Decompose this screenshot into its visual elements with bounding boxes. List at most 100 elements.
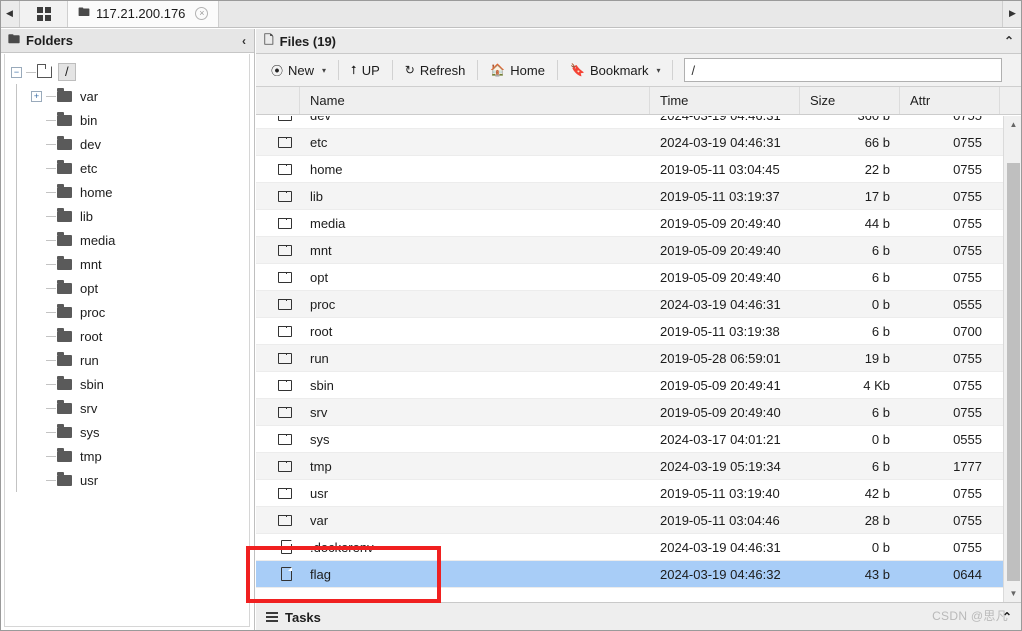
folder-icon <box>278 116 292 121</box>
table-row[interactable]: proc2024-03-19 04:46:310 b0555 <box>256 291 1003 318</box>
tree-connector <box>16 204 17 228</box>
tree-item-usr[interactable]: usr <box>5 468 249 492</box>
tree-connector <box>16 396 17 420</box>
table-row[interactable]: .dockerenv2024-03-19 04:46:310 b0755 <box>256 534 1003 561</box>
tree-item-tmp[interactable]: tmp <box>5 444 249 468</box>
tab-scroll-right-icon[interactable]: ▶ <box>1002 0 1022 27</box>
tree-item-mnt[interactable]: mnt <box>5 252 249 276</box>
table-row[interactable]: sys2024-03-17 04:01:210 b0555 <box>256 426 1003 453</box>
document-icon: 🗋 <box>264 31 274 52</box>
tree-item-opt[interactable]: opt <box>5 276 249 300</box>
table-row[interactable]: media2019-05-09 20:49:4044 b0755 <box>256 210 1003 237</box>
tree-item-media[interactable]: media <box>5 228 249 252</box>
toolbar-separator <box>672 60 673 80</box>
tab-session-117-21-200-176[interactable]: 🖿 117.21.200.176 × <box>68 0 219 27</box>
collapse-toggle-icon[interactable]: − <box>11 67 22 78</box>
table-row[interactable]: home2019-05-11 03:04:4522 b0755 <box>256 156 1003 183</box>
cell-attr: 0555 <box>900 297 1000 312</box>
column-header-size[interactable]: Size <box>800 87 900 114</box>
cell-time: 2019-05-11 03:19:40 <box>650 486 800 501</box>
folders-panel-header: 🖿 Folders ‹ <box>0 29 254 53</box>
tree-item-lib[interactable]: lib <box>5 204 249 228</box>
cell-name: usr <box>300 486 650 501</box>
expand-toggle-icon[interactable]: + <box>31 91 42 102</box>
scroll-down-icon[interactable]: ▼ <box>1004 585 1022 602</box>
cell-attr: 0755 <box>900 513 1000 528</box>
table-row[interactable]: dev2024-03-19 04:46:31360 b0755 <box>256 116 1003 129</box>
scroll-up-icon[interactable]: ▲ <box>1004 116 1022 133</box>
path-input[interactable] <box>684 58 1002 82</box>
tree-connector <box>46 336 56 337</box>
folder-icon <box>57 475 72 486</box>
tree-item-proc[interactable]: proc <box>5 300 249 324</box>
scrollbar-thumb[interactable] <box>1007 163 1020 581</box>
bookmark-icon: 🔖 <box>570 63 585 77</box>
tree-connector <box>16 276 17 300</box>
up-button[interactable]: ⭡ UP <box>342 58 389 82</box>
tree-item-label: mnt <box>80 257 102 272</box>
close-icon[interactable]: × <box>195 7 208 20</box>
column-header-filler <box>1000 87 1022 114</box>
tree-connector <box>16 108 17 132</box>
column-header-attr[interactable]: Attr <box>900 87 1000 114</box>
folder-icon <box>57 427 72 438</box>
tree-item-sbin[interactable]: sbin <box>5 372 249 396</box>
tree-item-root[interactable]: − / <box>5 60 249 84</box>
folder-icon <box>57 355 72 366</box>
table-row[interactable]: srv2019-05-09 20:49:406 b0755 <box>256 399 1003 426</box>
chevron-down-icon[interactable]: ▾ <box>656 66 660 75</box>
tree-item-srv[interactable]: srv <box>5 396 249 420</box>
table-row[interactable]: mnt2019-05-09 20:49:406 b0755 <box>256 237 1003 264</box>
home-button[interactable]: 🏠 Home <box>481 58 554 82</box>
table-row[interactable]: lib2019-05-11 03:19:3717 b0755 <box>256 183 1003 210</box>
table-row[interactable]: tmp2024-03-19 05:19:346 b1777 <box>256 453 1003 480</box>
cell-attr: 0755 <box>900 243 1000 258</box>
table-row[interactable]: var2019-05-11 03:04:4628 b0755 <box>256 507 1003 534</box>
tree-connector <box>16 156 17 180</box>
column-header-time[interactable]: Time <box>650 87 800 114</box>
tree-connector <box>46 480 56 481</box>
cell-name: proc <box>300 297 650 312</box>
new-button-label: New <box>288 63 314 78</box>
tree-item-bin[interactable]: bin <box>5 108 249 132</box>
chevron-up-icon[interactable]: ⌃ <box>1004 34 1014 48</box>
cell-attr: 0755 <box>900 378 1000 393</box>
tree-item-dev[interactable]: dev <box>5 132 249 156</box>
folders-panel-title: Folders <box>26 33 73 48</box>
tree-item-run[interactable]: run <box>5 348 249 372</box>
chevron-down-icon[interactable]: ▾ <box>322 66 326 75</box>
tab-scroll-left-icon[interactable]: ◀ <box>0 0 20 27</box>
table-row[interactable]: opt2019-05-09 20:49:406 b0755 <box>256 264 1003 291</box>
tree-item-home[interactable]: home <box>5 180 249 204</box>
tree-connector <box>46 192 56 193</box>
folder-icon <box>278 272 292 283</box>
cell-name: tmp <box>300 459 650 474</box>
tree-item-root[interactable]: root <box>5 324 249 348</box>
cell-size: 0 b <box>800 432 900 447</box>
grid-view-button[interactable] <box>20 0 68 27</box>
table-row[interactable]: flag2024-03-19 04:46:3243 b0644 <box>256 561 1003 588</box>
bookmark-button[interactable]: 🔖 Bookmark ▾ <box>561 58 670 82</box>
folder-tree[interactable]: − / +varbindevetchomelibmediamntoptprocr… <box>4 54 250 627</box>
tree-item-etc[interactable]: etc <box>5 156 249 180</box>
row-icon-cell <box>256 137 300 148</box>
bookmark-button-label: Bookmark <box>590 63 649 78</box>
tasks-bar[interactable]: Tasks ⌃ <box>256 602 1022 631</box>
tree-item-var[interactable]: +var <box>5 84 249 108</box>
tree-item-label: usr <box>80 473 98 488</box>
table-row[interactable]: sbin2019-05-09 20:49:414 Kb0755 <box>256 372 1003 399</box>
refresh-button[interactable]: ↻ Refresh <box>396 58 475 82</box>
table-row[interactable]: run2019-05-28 06:59:0119 b0755 <box>256 345 1003 372</box>
cell-attr: 0755 <box>900 135 1000 150</box>
table-row[interactable]: usr2019-05-11 03:19:4042 b0755 <box>256 480 1003 507</box>
chevron-left-icon[interactable]: ‹ <box>242 34 246 48</box>
column-header-icon[interactable] <box>256 87 300 114</box>
column-header-name[interactable]: Name <box>300 87 650 114</box>
new-button[interactable]: ⦿ New ▾ <box>262 58 335 82</box>
tree-item-sys[interactable]: sys <box>5 420 249 444</box>
files-vertical-scrollbar[interactable]: ▲ ▼ <box>1003 116 1022 602</box>
table-row[interactable]: root2019-05-11 03:19:386 b0700 <box>256 318 1003 345</box>
chevron-up-icon[interactable]: ⌃ <box>1002 610 1012 624</box>
table-row[interactable]: etc2024-03-19 04:46:3166 b0755 <box>256 129 1003 156</box>
row-icon-cell <box>256 407 300 418</box>
